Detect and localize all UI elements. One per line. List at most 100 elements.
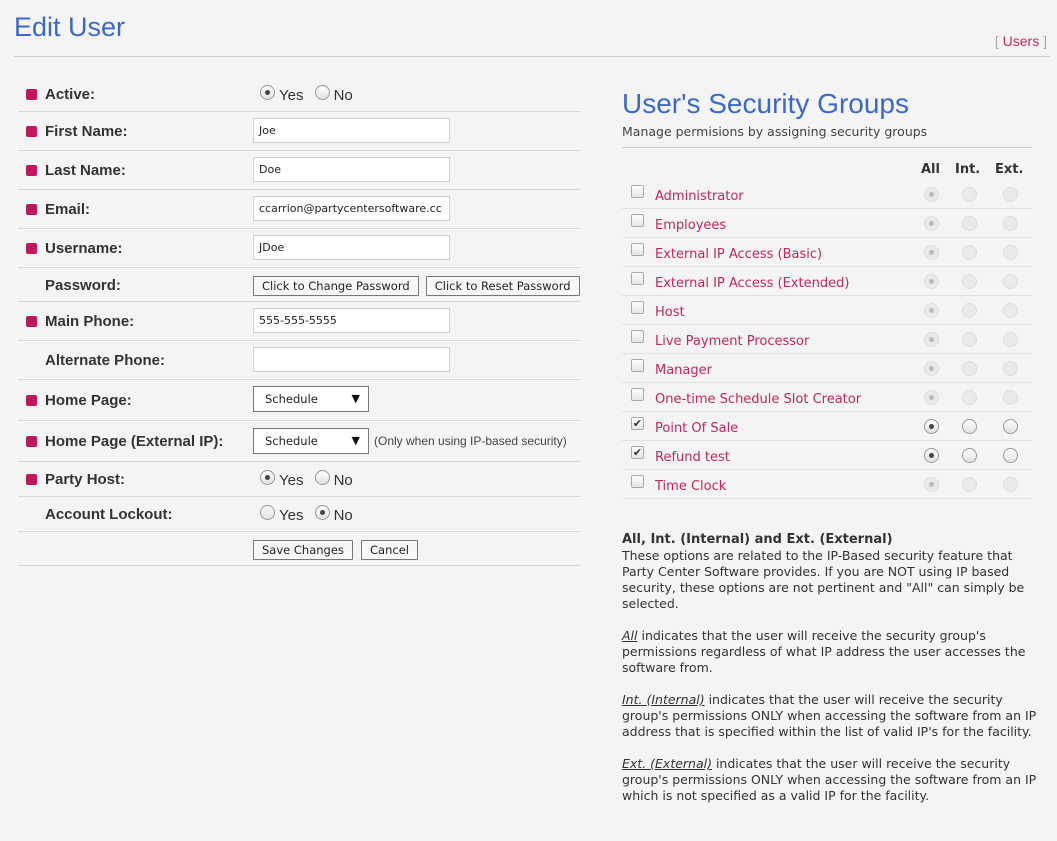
scope-all-radio — [924, 303, 939, 318]
account-lockout-yes-radio[interactable] — [260, 505, 275, 520]
security-group-row: ✔ Point Of Sale — [622, 412, 1032, 441]
required-marker — [26, 243, 37, 254]
notes-intro: These options are related to the IP-Base… — [622, 548, 1025, 611]
security-group-row: Administrator — [622, 180, 1032, 209]
security-group-checkbox[interactable] — [631, 475, 644, 488]
notes-int-term: Int. (Internal) — [622, 692, 705, 707]
breadcrumb-bracket-open: [ — [994, 33, 1003, 49]
scope-int-radio — [962, 361, 977, 376]
main-phone-input[interactable]: 555-555-5555 — [253, 308, 450, 333]
breadcrumb-users-link[interactable]: Users — [1003, 33, 1040, 49]
last-name-label: Last Name: — [45, 162, 126, 179]
security-group-checkbox[interactable] — [631, 214, 644, 227]
scope-int-radio — [962, 332, 977, 347]
scope-ext-radio — [1003, 216, 1018, 231]
breadcrumb: [ Users ] — [995, 33, 1047, 49]
security-group-name: Live Payment Processor — [655, 334, 810, 349]
scope-int-radio — [962, 187, 977, 202]
alternate-phone-input[interactable] — [253, 347, 450, 372]
scope-ext-radio — [1003, 332, 1018, 347]
scope-int-radio — [962, 303, 977, 318]
party-host-yes-label: Yes — [279, 472, 304, 489]
security-group-name: External IP Access (Extended) — [655, 276, 850, 291]
column-header-int: Int. — [955, 162, 981, 177]
party-host-no-radio[interactable] — [314, 470, 330, 485]
last-name-input[interactable]: Doe — [253, 157, 450, 182]
required-marker — [26, 395, 37, 406]
account-lockout-no-option[interactable]: No — [314, 504, 353, 524]
chevron-down-icon: ▼ — [351, 392, 360, 405]
username-input[interactable]: JDoe — [253, 235, 450, 260]
party-host-yes-option[interactable]: Yes — [260, 469, 304, 489]
password-buttons: Click to Change Password Click to Reset … — [253, 275, 580, 296]
home-page-select[interactable]: Schedule ▼ — [253, 386, 369, 412]
security-group-name: One-time Schedule Slot Creator — [655, 392, 862, 407]
security-group-checkbox[interactable] — [631, 243, 644, 256]
home-page-external-select-value: Schedule — [265, 434, 318, 448]
row-first-name: First Name: Joe — [18, 112, 581, 151]
row-password: Password: Click to Change Password Click… — [18, 268, 581, 302]
scope-ext-radio[interactable] — [1003, 419, 1018, 434]
party-host-label: Party Host: — [45, 471, 126, 488]
scope-int-radio[interactable] — [962, 448, 977, 463]
required-marker — [26, 89, 37, 100]
security-group-checkbox[interactable] — [631, 330, 644, 343]
row-active: Active: Yes No — [18, 76, 581, 112]
security-group-checkbox[interactable] — [631, 185, 644, 198]
first-name-label: First Name: — [45, 123, 128, 140]
party-host-yes-radio[interactable] — [260, 470, 275, 485]
security-group-row: Manager — [622, 354, 1032, 383]
active-yes-radio[interactable] — [260, 85, 275, 100]
breadcrumb-bracket-close: ] — [1039, 33, 1047, 49]
page-title: Edit User — [14, 12, 126, 42]
active-no-option[interactable]: No — [314, 84, 353, 104]
save-changes-button[interactable]: Save Changes — [253, 540, 353, 560]
security-group-row: Time Clock — [622, 470, 1032, 499]
account-lockout-yes-option[interactable]: Yes — [260, 504, 303, 524]
active-no-label: No — [333, 87, 353, 104]
scope-ext-radio[interactable] — [1003, 448, 1018, 463]
security-group-checkbox[interactable] — [631, 359, 644, 372]
required-marker — [26, 204, 37, 215]
ip-security-notes: All, Int. (Internal) and Ext. (External)… — [622, 532, 1037, 820]
email-input[interactable]: ccarrion@partycentersoftware.cc — [253, 196, 450, 221]
active-no-radio[interactable] — [314, 85, 330, 100]
scope-all-radio[interactable] — [924, 419, 939, 434]
home-page-external-control: Schedule ▼ (Only when using IP-based sec… — [253, 428, 567, 454]
security-group-checkbox[interactable]: ✔ — [631, 417, 644, 430]
security-group-checkbox[interactable]: ✔ — [631, 446, 644, 459]
party-host-no-option[interactable]: No — [314, 469, 353, 489]
cancel-button[interactable]: Cancel — [361, 540, 418, 560]
scope-all-radio — [924, 361, 939, 376]
account-lockout-no-radio[interactable] — [314, 505, 330, 520]
required-marker — [26, 165, 37, 176]
home-page-external-select[interactable]: Schedule ▼ — [253, 428, 369, 454]
username-label: Username: — [45, 240, 123, 257]
party-host-no-label: No — [333, 472, 353, 489]
row-home-page-external: Home Page (External IP): Schedule ▼ (Onl… — [18, 421, 581, 462]
security-group-row: External IP Access (Basic) — [622, 238, 1032, 267]
notes-ext-term: Ext. (External) — [622, 756, 712, 771]
security-group-checkbox[interactable] — [631, 301, 644, 314]
reset-password-button[interactable]: Click to Reset Password — [425, 276, 580, 296]
first-name-input[interactable]: Joe — [253, 118, 450, 143]
scope-all-radio — [924, 477, 939, 492]
change-password-button[interactable]: Click to Change Password — [253, 276, 419, 296]
scope-int-radio — [962, 245, 977, 260]
security-groups-title: User's Security Groups — [622, 88, 909, 119]
scope-ext-radio — [1003, 187, 1018, 202]
scope-int-radio[interactable] — [962, 419, 977, 434]
security-group-checkbox[interactable] — [631, 388, 644, 401]
row-email: Email: ccarrion@partycentersoftware.cc — [18, 190, 581, 229]
row-username: Username: JDoe — [18, 229, 581, 268]
column-header-ext: Ext. — [995, 162, 1024, 177]
required-marker — [26, 474, 37, 485]
scope-all-radio[interactable] — [924, 448, 939, 463]
scope-ext-radio — [1003, 477, 1018, 492]
security-groups-subtitle: Manage permisions by assigning security … — [622, 124, 928, 139]
active-yes-option[interactable]: Yes — [260, 84, 303, 104]
main-phone-label: Main Phone: — [45, 313, 135, 330]
notes-all: All indicates that the user will receive… — [622, 628, 1037, 676]
scope-ext-radio — [1003, 245, 1018, 260]
security-group-checkbox[interactable] — [631, 272, 644, 285]
